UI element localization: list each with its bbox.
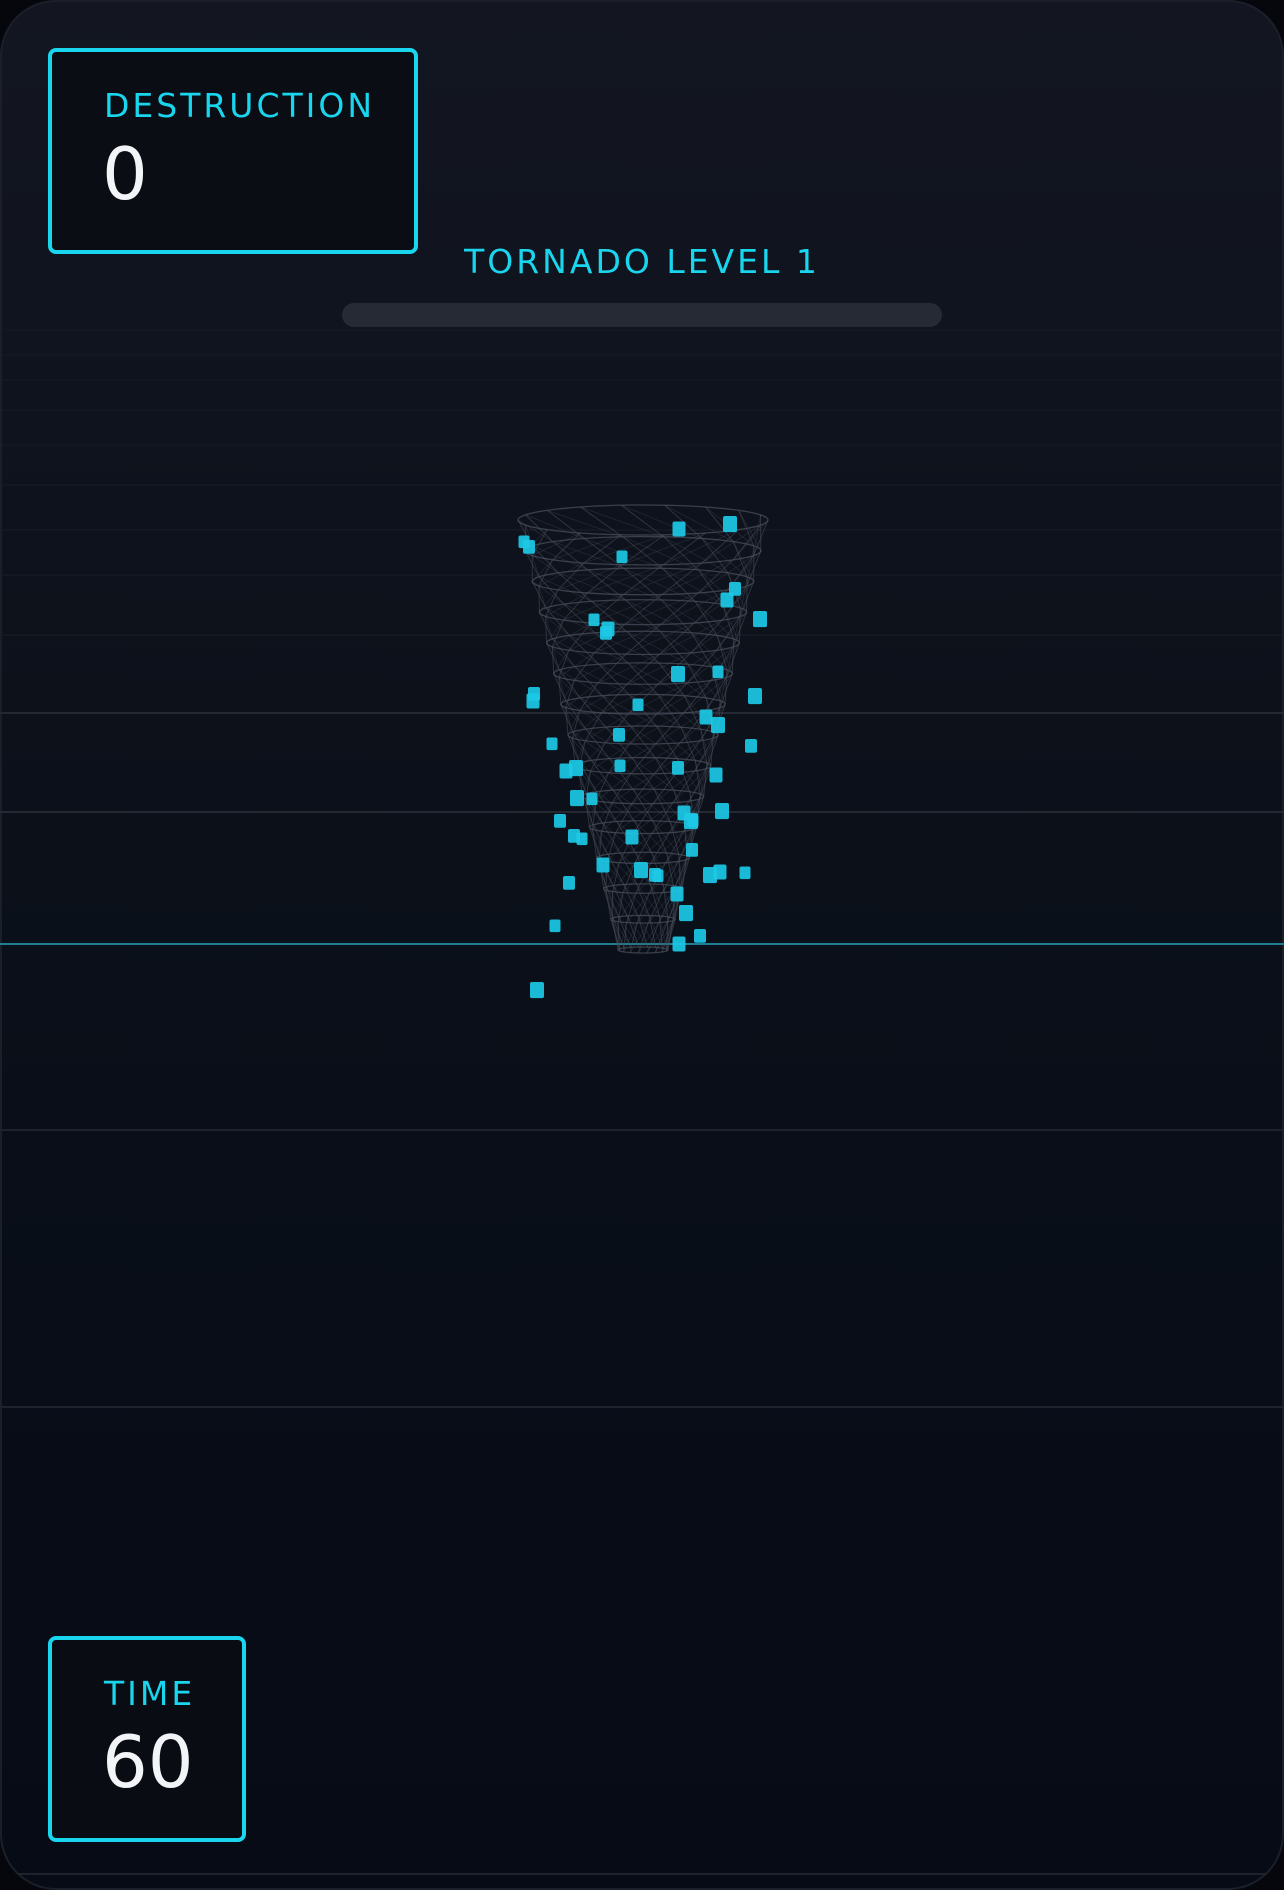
destruction-label: DESTRUCTION	[104, 86, 376, 125]
debris-particle	[748, 688, 762, 705]
debris-particle	[549, 919, 561, 933]
debris-particle	[586, 792, 598, 806]
time-label: TIME	[104, 1674, 196, 1713]
debris-particle	[672, 521, 686, 537]
debris-particle	[672, 761, 684, 775]
debris-particle	[614, 759, 626, 773]
debris-particle	[546, 737, 558, 751]
debris-particle	[699, 709, 713, 725]
debris-particle	[687, 814, 699, 828]
tornado-level-title: TORNADO LEVEL 1	[464, 242, 820, 281]
destruction-score: 0	[102, 132, 148, 216]
destruction-panel: DESTRUCTION 0	[48, 48, 418, 254]
debris-particle	[554, 814, 566, 828]
debris-particle	[613, 728, 625, 742]
debris-particle	[649, 868, 661, 882]
debris-particle	[563, 876, 575, 890]
tornado-mesh	[517, 504, 769, 954]
debris-particle	[694, 929, 706, 943]
debris-particle	[601, 621, 615, 637]
debris-particle	[523, 540, 535, 554]
time-remaining: 60	[102, 1720, 194, 1804]
debris-particle	[753, 611, 767, 628]
debris-particle	[739, 866, 751, 880]
time-panel: TIME 60	[48, 1636, 246, 1842]
debris-particle	[634, 862, 648, 879]
debris-particle	[671, 666, 685, 683]
debris-particle	[723, 516, 737, 533]
debris-particle	[672, 936, 686, 952]
debris-particle	[711, 717, 725, 734]
debris-particle	[709, 767, 723, 783]
debris-particle	[670, 886, 684, 902]
debris-particle	[568, 829, 580, 843]
debris-particle	[530, 982, 544, 999]
debris-particle	[616, 550, 628, 564]
debris-particle	[745, 739, 757, 753]
debris-particle	[703, 867, 717, 884]
debris-particle	[569, 760, 583, 777]
debris-particle	[596, 857, 610, 873]
game-screen: DESTRUCTION 0 TORNADO LEVEL 1 TIME 60	[0, 0, 1284, 1890]
game-scene[interactable]	[0, 0, 1284, 1890]
debris-particle	[715, 803, 729, 820]
debris-particle	[526, 693, 540, 709]
debris-particle	[686, 843, 698, 857]
debris-particle	[712, 665, 724, 679]
debris-particle	[570, 790, 584, 807]
debris-particle	[720, 592, 734, 608]
debris-particle	[625, 829, 639, 845]
tornado-level-progress-bar	[342, 303, 942, 327]
debris-particle	[679, 905, 693, 922]
debris-particle	[632, 698, 644, 712]
debris-particle	[588, 613, 600, 627]
